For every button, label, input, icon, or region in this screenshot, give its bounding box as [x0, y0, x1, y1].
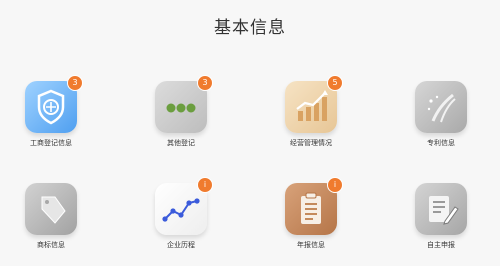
count-badge: 3: [67, 75, 83, 91]
tile-trademark-info[interactable]: 商标信息: [11, 183, 91, 250]
timeline-line-icon: i: [155, 177, 213, 235]
tile-patent-info[interactable]: 专利信息: [401, 81, 481, 148]
tile-other-registration[interactable]: 3 其他登记: [141, 75, 221, 148]
tile-business-management[interactable]: 5 经营管理情况: [271, 75, 351, 148]
tile-label: 企业历程: [167, 241, 195, 249]
tile-annual-report[interactable]: i 年报信息: [271, 177, 351, 250]
tile-label: 专利信息: [427, 139, 455, 147]
edit-document-icon: [415, 183, 467, 235]
tile-label: 工商登记信息: [30, 139, 72, 147]
tile-business-registration[interactable]: 3 工商登记信息: [11, 75, 91, 148]
tile-label: 其他登记: [167, 139, 195, 147]
page-title: 基本信息: [214, 18, 286, 38]
tile-label: 自主申报: [427, 241, 455, 249]
info-badge: i: [197, 177, 213, 193]
info-badge: i: [327, 177, 343, 193]
shield-emblem-icon: 3: [25, 75, 83, 133]
count-badge: 3: [197, 75, 213, 91]
three-dots-icon: 3: [155, 75, 213, 133]
tile-label: 商标信息: [37, 241, 65, 249]
count-badge: 5: [327, 75, 343, 91]
clipboard-report-icon: i: [285, 177, 343, 235]
tile-label: 经营管理情况: [290, 139, 332, 147]
bar-chart-trend-icon: 5: [285, 75, 343, 133]
tag-icon: [25, 183, 77, 235]
tile-label: 年报信息: [297, 241, 325, 249]
tile-company-history[interactable]: i 企业历程: [141, 177, 221, 250]
patent-road-icon: [415, 81, 467, 133]
tile-self-declaration[interactable]: 自主申报: [401, 183, 481, 250]
